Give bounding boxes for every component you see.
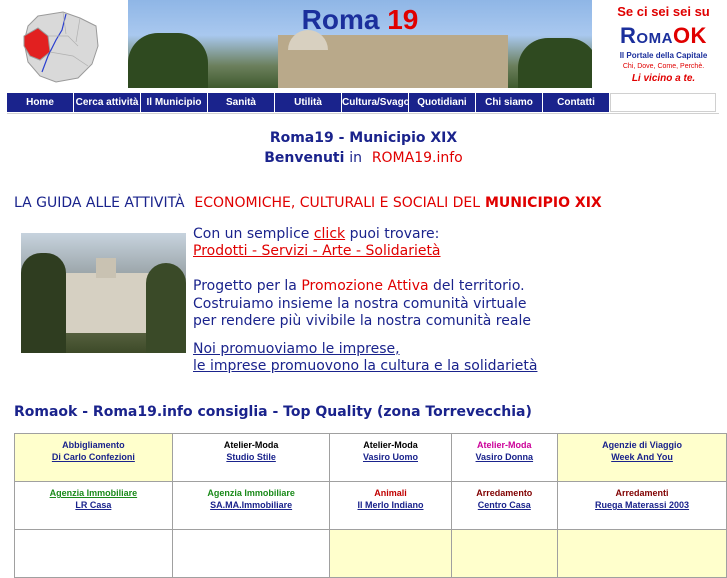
photo-tower bbox=[96, 258, 116, 278]
business-cell: Animali Il Merlo Indiano bbox=[329, 481, 452, 530]
nav-home[interactable]: Home bbox=[7, 93, 74, 112]
header: Roma 19 Se ci sei sei su RomaOK Il Porta… bbox=[0, 0, 727, 90]
romaok-ad[interactable]: Se ci sei sei su RomaOK Il Portale della… bbox=[600, 0, 727, 92]
nav-filler bbox=[610, 93, 716, 112]
banner-tree bbox=[518, 38, 592, 88]
nav-cerca-attivita[interactable]: Cerca attività bbox=[74, 93, 141, 112]
nav-sanita[interactable]: Sanità bbox=[208, 93, 275, 112]
business-cell bbox=[14, 529, 173, 578]
business-category: Atelier-Moda bbox=[223, 440, 279, 450]
business-category: Animali bbox=[374, 488, 407, 498]
promo-link-1[interactable]: Noi promuoviamo le imprese, bbox=[193, 341, 400, 357]
business-category: Abbigliamento bbox=[62, 440, 125, 450]
business-cell: Agenzia Immobiliare SA.MA.Immobiliare bbox=[171, 481, 331, 530]
categories-line: Prodotti - Servizi - Arte - Solidarietà bbox=[193, 243, 441, 259]
business-cell bbox=[329, 529, 452, 578]
ad-slogan: Li vicino a te. bbox=[631, 73, 696, 84]
business-cell bbox=[450, 529, 559, 578]
business-cell bbox=[557, 529, 727, 578]
page-title: Roma19 - Municipio XIX bbox=[269, 130, 458, 146]
business-link[interactable]: Centro Casa bbox=[478, 500, 531, 510]
business-cell: Atelier-Moda Vasiro Uomo bbox=[329, 433, 452, 482]
business-cell: Arredamenti Ruega Materassi 2003 bbox=[557, 481, 727, 530]
nav-contatti[interactable]: Contatti bbox=[543, 93, 610, 112]
click-link[interactable]: click bbox=[314, 226, 345, 242]
photo-tree bbox=[146, 263, 186, 353]
business-link[interactable]: Vasiro Uomo bbox=[363, 452, 418, 462]
business-cell bbox=[171, 529, 331, 578]
business-link[interactable]: LR Casa bbox=[75, 500, 111, 510]
nav-cultura-svago[interactable]: Cultura/Svago bbox=[342, 93, 410, 112]
guide-heading: LA GUIDA ALLE ATTIVITÀ ECONOMICHE, CULTU… bbox=[14, 195, 602, 211]
business-category: Atelier-Moda bbox=[363, 440, 418, 450]
nav-chi-siamo[interactable]: Chi siamo bbox=[476, 93, 543, 112]
business-grid: Abbigliamento Di Carlo Confezioni Atelier… bbox=[14, 433, 727, 578]
business-category: Agenzie di Viaggio bbox=[602, 440, 682, 450]
business-category: Atelier-Moda bbox=[477, 440, 532, 450]
table-row bbox=[14, 529, 727, 578]
categories-link[interactable]: Prodotti - Servizi - Arte - Solidarietà bbox=[193, 243, 441, 259]
business-category: Arredamenti bbox=[615, 488, 669, 498]
business-category: Agenzia Immobiliare bbox=[207, 488, 295, 498]
community-line-2: per rendere più vivibile la nostra comun… bbox=[193, 313, 531, 329]
romaok-logo: RomaOK bbox=[620, 23, 707, 48]
main-nav: Home Cerca attività Il Municipio Sanità … bbox=[7, 93, 716, 112]
promo-link-2[interactable]: le imprese promuovono la cultura e la so… bbox=[193, 358, 537, 374]
municipio-photo bbox=[21, 233, 186, 353]
nav-quotidiani[interactable]: Quotidiani bbox=[409, 93, 476, 112]
banner-title: Roma 19 bbox=[301, 4, 419, 35]
consiglia-heading: Romaok - Roma19.info consiglia - Top Qua… bbox=[14, 404, 532, 420]
business-category: Arredamento bbox=[476, 488, 533, 498]
business-link[interactable]: Vasiro Donna bbox=[476, 452, 534, 462]
business-link[interactable]: Ruega Materassi 2003 bbox=[595, 500, 689, 510]
photo-tree bbox=[21, 253, 66, 353]
business-category: Agenzia Immobiliare bbox=[49, 488, 138, 498]
business-cell: Atelier-Moda Vasiro Donna bbox=[450, 433, 559, 482]
business-cell: Atelier-Moda Studio Stile bbox=[171, 433, 331, 482]
promo-line-2: le imprese promuovono la cultura e la so… bbox=[193, 358, 537, 374]
ad-tagline: Il Portale della Capitale bbox=[619, 51, 708, 60]
banner-tree bbox=[128, 33, 208, 88]
nav-il-municipio[interactable]: Il Municipio bbox=[141, 93, 208, 112]
community-line: Costruiamo insieme la nostra comunità vi… bbox=[193, 296, 527, 312]
business-cell: Abbigliamento Di Carlo Confezioni bbox=[14, 433, 173, 482]
business-link[interactable]: Week And You bbox=[611, 452, 673, 462]
business-cell: Agenzia Immobiliare LR Casa bbox=[14, 481, 173, 530]
promo-line: Noi promuoviamo le imprese, bbox=[193, 341, 400, 357]
project-line: Progetto per la Promozione Attiva del te… bbox=[193, 278, 525, 294]
table-row: Agenzia Immobiliare LR Casa Agenzia Immob… bbox=[14, 481, 727, 530]
banner-image: Roma 19 bbox=[128, 0, 592, 88]
business-link[interactable]: Il Merlo Indiano bbox=[357, 500, 423, 510]
ad-subtagline: Chi, Dove, Come, Perchè. bbox=[622, 63, 705, 70]
business-link[interactable]: Studio Stile bbox=[226, 452, 276, 462]
business-link[interactable]: SA.MA.Immobiliare bbox=[210, 500, 292, 510]
ad-line1: Se ci sei sei su bbox=[617, 4, 710, 19]
photo-building bbox=[61, 273, 151, 333]
nav-utilita[interactable]: Utilità bbox=[275, 93, 342, 112]
business-cell: Agenzie di Viaggio Week And You bbox=[557, 433, 727, 482]
business-cell: Arredamento Centro Casa bbox=[450, 481, 559, 530]
business-link[interactable]: Di Carlo Confezioni bbox=[52, 452, 135, 462]
table-row: Abbigliamento Di Carlo Confezioni Atelier… bbox=[14, 433, 727, 482]
click-line: Con un semplice click puoi trovare: bbox=[193, 226, 440, 242]
municipio-map-icon[interactable] bbox=[18, 6, 102, 84]
divider bbox=[7, 113, 719, 114]
welcome-line: Benvenuti in ROMA19.info bbox=[264, 150, 463, 166]
